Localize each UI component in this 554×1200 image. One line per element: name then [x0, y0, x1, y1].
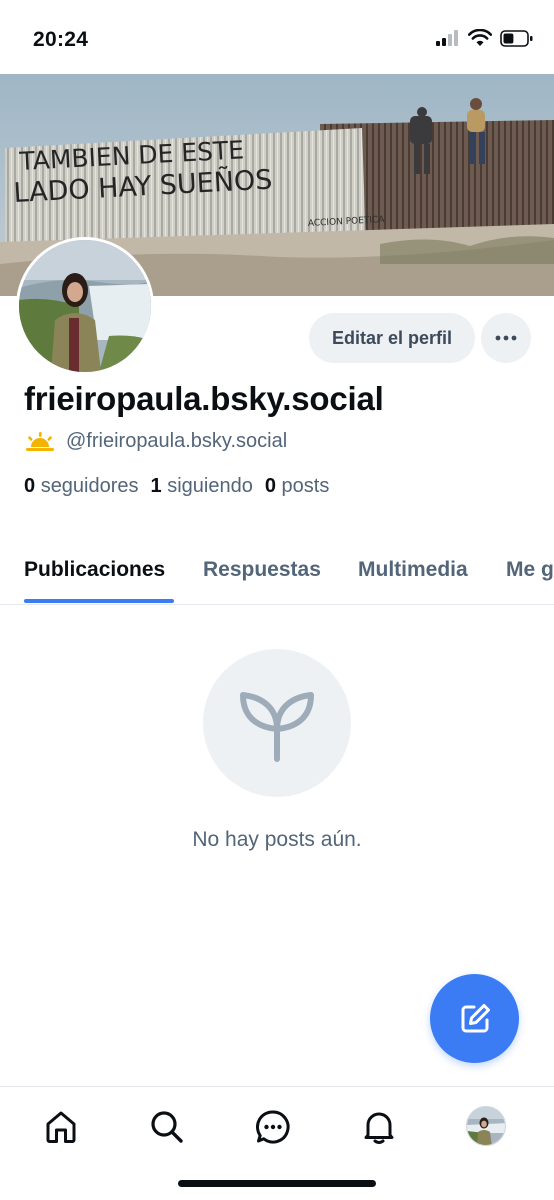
- status-icons: [436, 29, 534, 47]
- nav-home[interactable]: [39, 1105, 83, 1149]
- battery-icon: [500, 29, 533, 47]
- profile-avatar[interactable]: [16, 237, 154, 375]
- more-options-button[interactable]: [481, 313, 531, 363]
- active-tab-indicator: [24, 599, 174, 603]
- display-name: frieiropaula.bsky.social: [24, 380, 384, 417]
- chat-icon: [255, 1110, 290, 1144]
- profile-tabs: Publicaciones Respuestas Multimedia Me g: [0, 548, 554, 605]
- status-time: 20:24: [33, 28, 89, 51]
- sunrise-icon: [26, 431, 54, 451]
- bell-icon: [364, 1112, 394, 1144]
- status-bar: 20:24: [0, 0, 554, 74]
- tab-publicaciones[interactable]: Publicaciones: [24, 558, 165, 582]
- avatar-image: [19, 240, 151, 372]
- nav-search[interactable]: [145, 1105, 189, 1149]
- signal-icon: [436, 30, 458, 46]
- tab-multimedia[interactable]: Multimedia: [358, 558, 468, 582]
- compose-icon: [461, 1003, 490, 1032]
- profile-handle: @frieiropaula.bsky.social: [66, 430, 288, 452]
- nav-profile-avatar[interactable]: [466, 1106, 506, 1146]
- empty-state-text: No hay posts aún.: [192, 828, 362, 851]
- nav-avatar-image: [467, 1107, 505, 1145]
- more-icon: [495, 335, 517, 341]
- tab-respuestas[interactable]: Respuestas: [203, 558, 321, 582]
- followers-stat[interactable]: 0 seguidores: [24, 475, 139, 498]
- wifi-icon: [468, 29, 492, 46]
- compose-post-button[interactable]: [430, 974, 519, 1063]
- profile-stats: 0 seguidores 1 siguiendo 0 posts: [24, 475, 329, 498]
- search-icon: [151, 1111, 183, 1143]
- handle-row: @frieiropaula.bsky.social: [24, 430, 287, 453]
- nav-chat[interactable]: [251, 1105, 295, 1149]
- posts-stat: 0 posts: [264, 475, 330, 497]
- nav-notifications[interactable]: [357, 1105, 401, 1149]
- tab-me-gusta[interactable]: Me g: [506, 558, 554, 582]
- following-stat[interactable]: 1 siguiendo: [151, 475, 253, 498]
- edit-profile-button[interactable]: Editar el perfil: [309, 313, 475, 363]
- home-indicator: [178, 1180, 376, 1187]
- home-icon: [46, 1111, 76, 1143]
- empty-state-icon-circle: [203, 649, 351, 797]
- sprout-icon: [240, 692, 314, 762]
